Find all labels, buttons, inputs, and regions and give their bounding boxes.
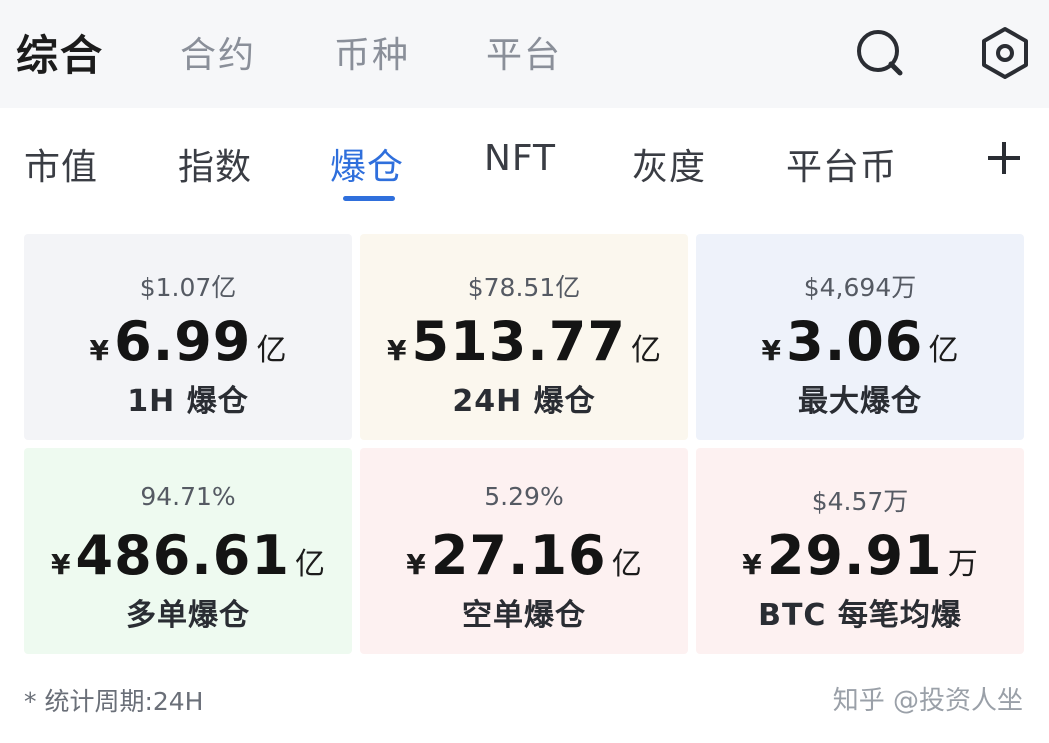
yen-symbol: ¥ <box>89 334 110 367</box>
card-main-value: ¥ 513.77 亿 <box>360 310 688 373</box>
card-unit: 亿 <box>928 333 959 368</box>
card-main-value: ¥ 29.91 万 <box>696 524 1024 587</box>
card-percent-value: 5.29% <box>484 482 564 511</box>
tab-coin[interactable]: 币种 <box>334 26 410 78</box>
card-label: 多单爆仓 <box>126 598 250 633</box>
subtab-grayscale[interactable]: 灰度 <box>632 138 706 190</box>
subtab-market-cap[interactable]: 市值 <box>24 138 98 190</box>
card-number: 3.06 <box>786 310 924 373</box>
subtab-liquidation[interactable]: 爆仓 <box>330 138 404 190</box>
card-unit: 万 <box>947 547 978 582</box>
card-24h-liquidation[interactable]: $78.51亿 ¥ 513.77 亿 24H 爆仓 <box>360 234 688 440</box>
card-unit: 亿 <box>256 333 287 368</box>
card-unit: 亿 <box>631 333 662 368</box>
yen-symbol: ¥ <box>742 548 762 581</box>
tab-contract[interactable]: 合约 <box>180 26 256 78</box>
yen-symbol: ¥ <box>386 334 407 367</box>
stat-period-note: * 统计周期:24H <box>24 687 204 716</box>
card-label: BTC 每笔均爆 <box>758 598 962 633</box>
card-label: 1H 爆仓 <box>127 384 249 419</box>
yen-symbol: ¥ <box>761 334 782 367</box>
sub-tab-bar: 市值 指数 爆仓 NFT 灰度 平台币 <box>0 108 1049 218</box>
card-max-liquidation[interactable]: $4,694万 ¥ 3.06 亿 最大爆仓 <box>696 234 1024 440</box>
search-icon[interactable] <box>852 26 906 80</box>
card-usd-value: $78.51亿 <box>467 273 581 302</box>
card-label: 最大爆仓 <box>798 384 922 419</box>
watermark-text: 知乎 @投资人坐 <box>832 686 1023 716</box>
card-long-liquidation[interactable]: 94.71% ¥ 486.61 亿 多单爆仓 <box>24 448 352 654</box>
tab-overview[interactable]: 综合 <box>16 22 104 83</box>
yen-symbol: ¥ <box>50 548 71 581</box>
tab-platform[interactable]: 平台 <box>486 26 562 78</box>
yen-symbol: ¥ <box>406 548 426 581</box>
card-number: 486.61 <box>75 524 290 587</box>
card-main-value: ¥ 3.06 亿 <box>696 310 1024 373</box>
card-unit: 亿 <box>611 547 642 582</box>
subtab-nft[interactable]: NFT <box>484 138 556 179</box>
card-main-value: ¥ 486.61 亿 <box>24 524 352 587</box>
card-btc-avg-liquidation[interactable]: $4.57万 ¥ 29.91 万 BTC 每笔均爆 <box>696 448 1024 654</box>
settings-icon[interactable] <box>978 26 1032 80</box>
card-usd-value: $4.57万 <box>811 487 909 516</box>
card-usd-value: $1.07亿 <box>139 273 237 302</box>
card-label: 24H 爆仓 <box>452 384 596 419</box>
active-tab-indicator <box>343 196 395 201</box>
card-label: 空单爆仓 <box>462 598 586 633</box>
subtab-index[interactable]: 指数 <box>178 138 252 190</box>
card-usd-value: $4,694万 <box>803 273 917 302</box>
card-main-value: ¥ 6.99 亿 <box>24 310 352 373</box>
card-1h-liquidation[interactable]: $1.07亿 ¥ 6.99 亿 1H 爆仓 <box>24 234 352 440</box>
card-number: 29.91 <box>766 524 943 587</box>
plus-icon[interactable] <box>984 138 1024 182</box>
card-percent-value: 94.71% <box>140 482 236 511</box>
card-number: 27.16 <box>430 524 607 587</box>
subtab-platform-coin[interactable]: 平台币 <box>786 138 897 190</box>
card-number: 513.77 <box>411 310 626 373</box>
card-number: 6.99 <box>114 310 252 373</box>
card-short-liquidation[interactable]: 5.29% ¥ 27.16 亿 空单爆仓 <box>360 448 688 654</box>
card-unit: 亿 <box>295 547 326 582</box>
top-nav-bar: 综合 合约 币种 平台 <box>0 0 1049 108</box>
card-main-value: ¥ 27.16 亿 <box>360 524 688 587</box>
